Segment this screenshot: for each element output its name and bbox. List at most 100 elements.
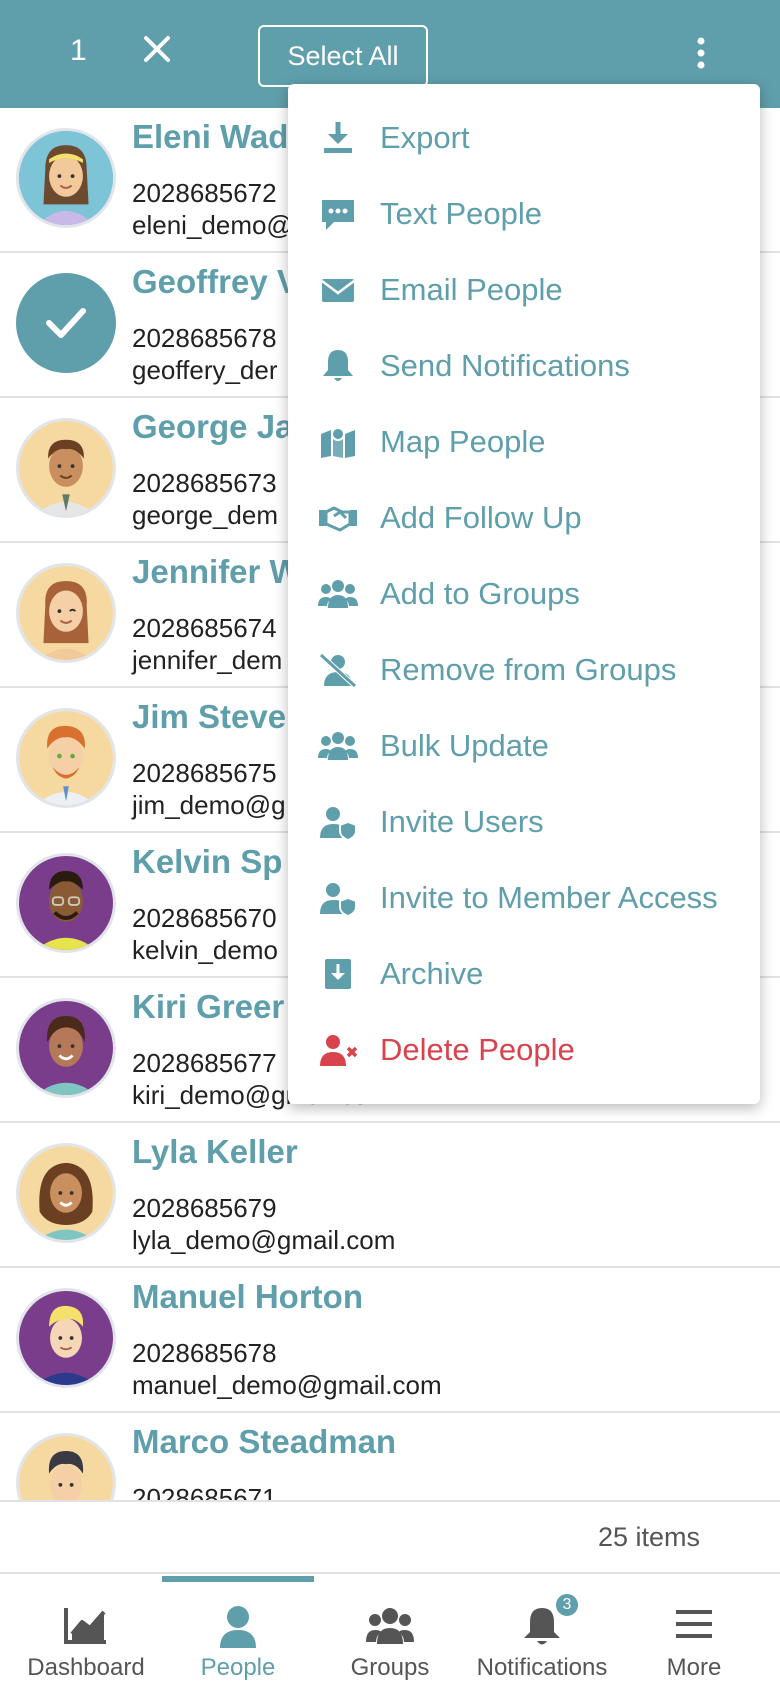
person-phone: 2028685671 — [132, 1483, 277, 1500]
menu-item-label: Invite to Member Access — [380, 880, 718, 915]
person-email: manuel_demo@gmail.com — [132, 1370, 442, 1400]
user-shield-icon — [320, 807, 357, 840]
person-icon — [220, 1606, 256, 1648]
selected-checkmark[interactable] — [16, 273, 116, 373]
menu-item-label: Delete People — [380, 1032, 575, 1067]
menu-item-invite-to-member-access[interactable]: Invite to Member Access — [288, 860, 760, 936]
menu-item-bulk-update[interactable]: Bulk Update — [288, 708, 760, 784]
menu-item-archive[interactable]: Archive — [288, 936, 760, 1012]
user-times-icon — [320, 1035, 358, 1066]
nav-label: People — [200, 1654, 276, 1681]
chart-line-icon — [64, 1608, 106, 1644]
menu-item-remove-from-groups[interactable]: Remove from Groups — [288, 632, 760, 708]
nav-label: Dashboard — [27, 1654, 145, 1681]
avatar — [16, 1288, 116, 1388]
person-name[interactable]: Jim Steve — [132, 698, 286, 736]
checkmark-icon — [46, 308, 86, 338]
avatar — [16, 563, 116, 663]
avatar — [16, 998, 116, 1098]
menu-item-label: Remove from Groups — [380, 652, 677, 687]
person-name[interactable]: Manuel Horton — [132, 1278, 363, 1316]
user-slash-icon — [319, 653, 357, 688]
person-phone: 2028685670 — [132, 903, 277, 933]
nav-label: Groups — [350, 1654, 430, 1681]
nav-more[interactable]: More — [618, 1576, 770, 1688]
nav-notifications[interactable]: 3 Notifications — [466, 1576, 618, 1688]
handshake-icon — [319, 506, 357, 532]
menu-item-text-people[interactable]: Text People — [288, 176, 760, 252]
person-phone: 2028685679 — [132, 1193, 277, 1223]
users-icon — [318, 732, 358, 760]
menu-item-label: Add to Groups — [380, 576, 580, 611]
person-name[interactable]: Kelvin Sp — [132, 843, 282, 881]
menu-item-add-follow-up[interactable]: Add Follow Up — [288, 480, 760, 556]
bulk-actions-menu: Export Text People Email People Send Not… — [288, 84, 760, 1104]
person-email: geoffery_der — [132, 355, 278, 385]
avatar — [16, 1433, 116, 1500]
person-email: kelvin_demo — [132, 935, 278, 965]
avatar — [16, 1143, 116, 1243]
menu-item-export[interactable]: Export — [288, 100, 760, 176]
person-phone: 2028685677 — [132, 1048, 277, 1078]
menu-item-map-people[interactable]: Map People — [288, 404, 760, 480]
menu-item-label: Export — [380, 120, 470, 155]
menu-item-label: Invite Users — [380, 804, 544, 839]
person-name[interactable]: Marco Steadman — [132, 1423, 396, 1461]
menu-item-delete-people[interactable]: Delete People — [288, 1012, 760, 1088]
select-all-button[interactable]: Select All — [258, 25, 428, 87]
nav-groups[interactable]: Groups — [314, 1576, 466, 1688]
person-email: jim_demo@g — [132, 790, 286, 820]
avatar — [16, 853, 116, 953]
menu-item-email-people[interactable]: Email People — [288, 252, 760, 328]
menu-item-send-notifications[interactable]: Send Notifications — [288, 328, 760, 404]
menu-item-add-to-groups[interactable]: Add to Groups — [288, 556, 760, 632]
archive-icon — [325, 959, 351, 989]
person-name[interactable]: Eleni Wad — [132, 118, 288, 156]
selected-count: 1 — [70, 34, 87, 67]
nav-dashboard[interactable]: Dashboard — [10, 1576, 162, 1688]
person-row[interactable]: Manuel Horton 2028685678 manuel_demo@gma… — [0, 1268, 780, 1413]
users-icon — [366, 1608, 414, 1644]
menu-item-label: Map People — [380, 424, 546, 459]
person-email: eleni_demo@ — [132, 210, 293, 240]
item-count: 25 items — [597, 1522, 700, 1552]
menu-item-invite-users[interactable]: Invite Users — [288, 784, 760, 860]
person-phone: 2028685673 — [132, 468, 277, 498]
menu-item-label: Bulk Update — [380, 728, 549, 763]
message-icon — [322, 200, 354, 230]
person-name[interactable]: Geoffrey V — [132, 263, 299, 301]
hamburger-icon — [676, 1610, 712, 1638]
nav-people[interactable]: People — [162, 1576, 314, 1688]
download-icon — [324, 122, 352, 153]
person-email: lyla_demo@gmail.com — [132, 1225, 396, 1255]
bottom-nav: Dashboard People Groups 3 Notifications — [0, 1576, 780, 1688]
menu-item-label: Add Follow Up — [380, 500, 582, 535]
bell-icon — [323, 350, 353, 381]
person-phone: 2028685678 — [132, 1338, 277, 1368]
nav-label: More — [666, 1654, 722, 1681]
person-phone: 2028685675 — [132, 758, 277, 788]
person-name[interactable]: Jennifer W — [132, 553, 301, 591]
nav-label: Notifications — [476, 1654, 608, 1681]
user-shield-icon — [320, 883, 357, 916]
person-phone: 2028685672 — [132, 178, 277, 208]
avatar — [16, 128, 116, 228]
close-icon[interactable] — [140, 32, 174, 66]
person-row[interactable]: Marco Steadman 2028685671 — [0, 1413, 780, 1500]
person-phone: 2028685674 — [132, 613, 277, 643]
menu-item-label: Archive — [380, 956, 484, 991]
menu-item-label: Text People — [380, 196, 542, 231]
avatar — [16, 418, 116, 518]
map-icon — [321, 427, 355, 458]
person-name[interactable]: George Ja — [132, 408, 293, 446]
more-vertical-icon[interactable] — [694, 36, 708, 70]
users-icon — [318, 580, 358, 608]
person-email: jennifer_dem — [132, 645, 283, 675]
person-name[interactable]: Kiri Greer — [132, 988, 284, 1026]
person-name[interactable]: Lyla Keller — [132, 1133, 298, 1171]
person-row[interactable]: Lyla Keller 2028685679 lyla_demo@gmail.c… — [0, 1123, 780, 1268]
notification-badge: 3 — [554, 1592, 580, 1618]
menu-item-label: Email People — [380, 272, 563, 307]
envelope-icon — [321, 279, 355, 302]
person-phone: 2028685678 — [132, 323, 277, 353]
